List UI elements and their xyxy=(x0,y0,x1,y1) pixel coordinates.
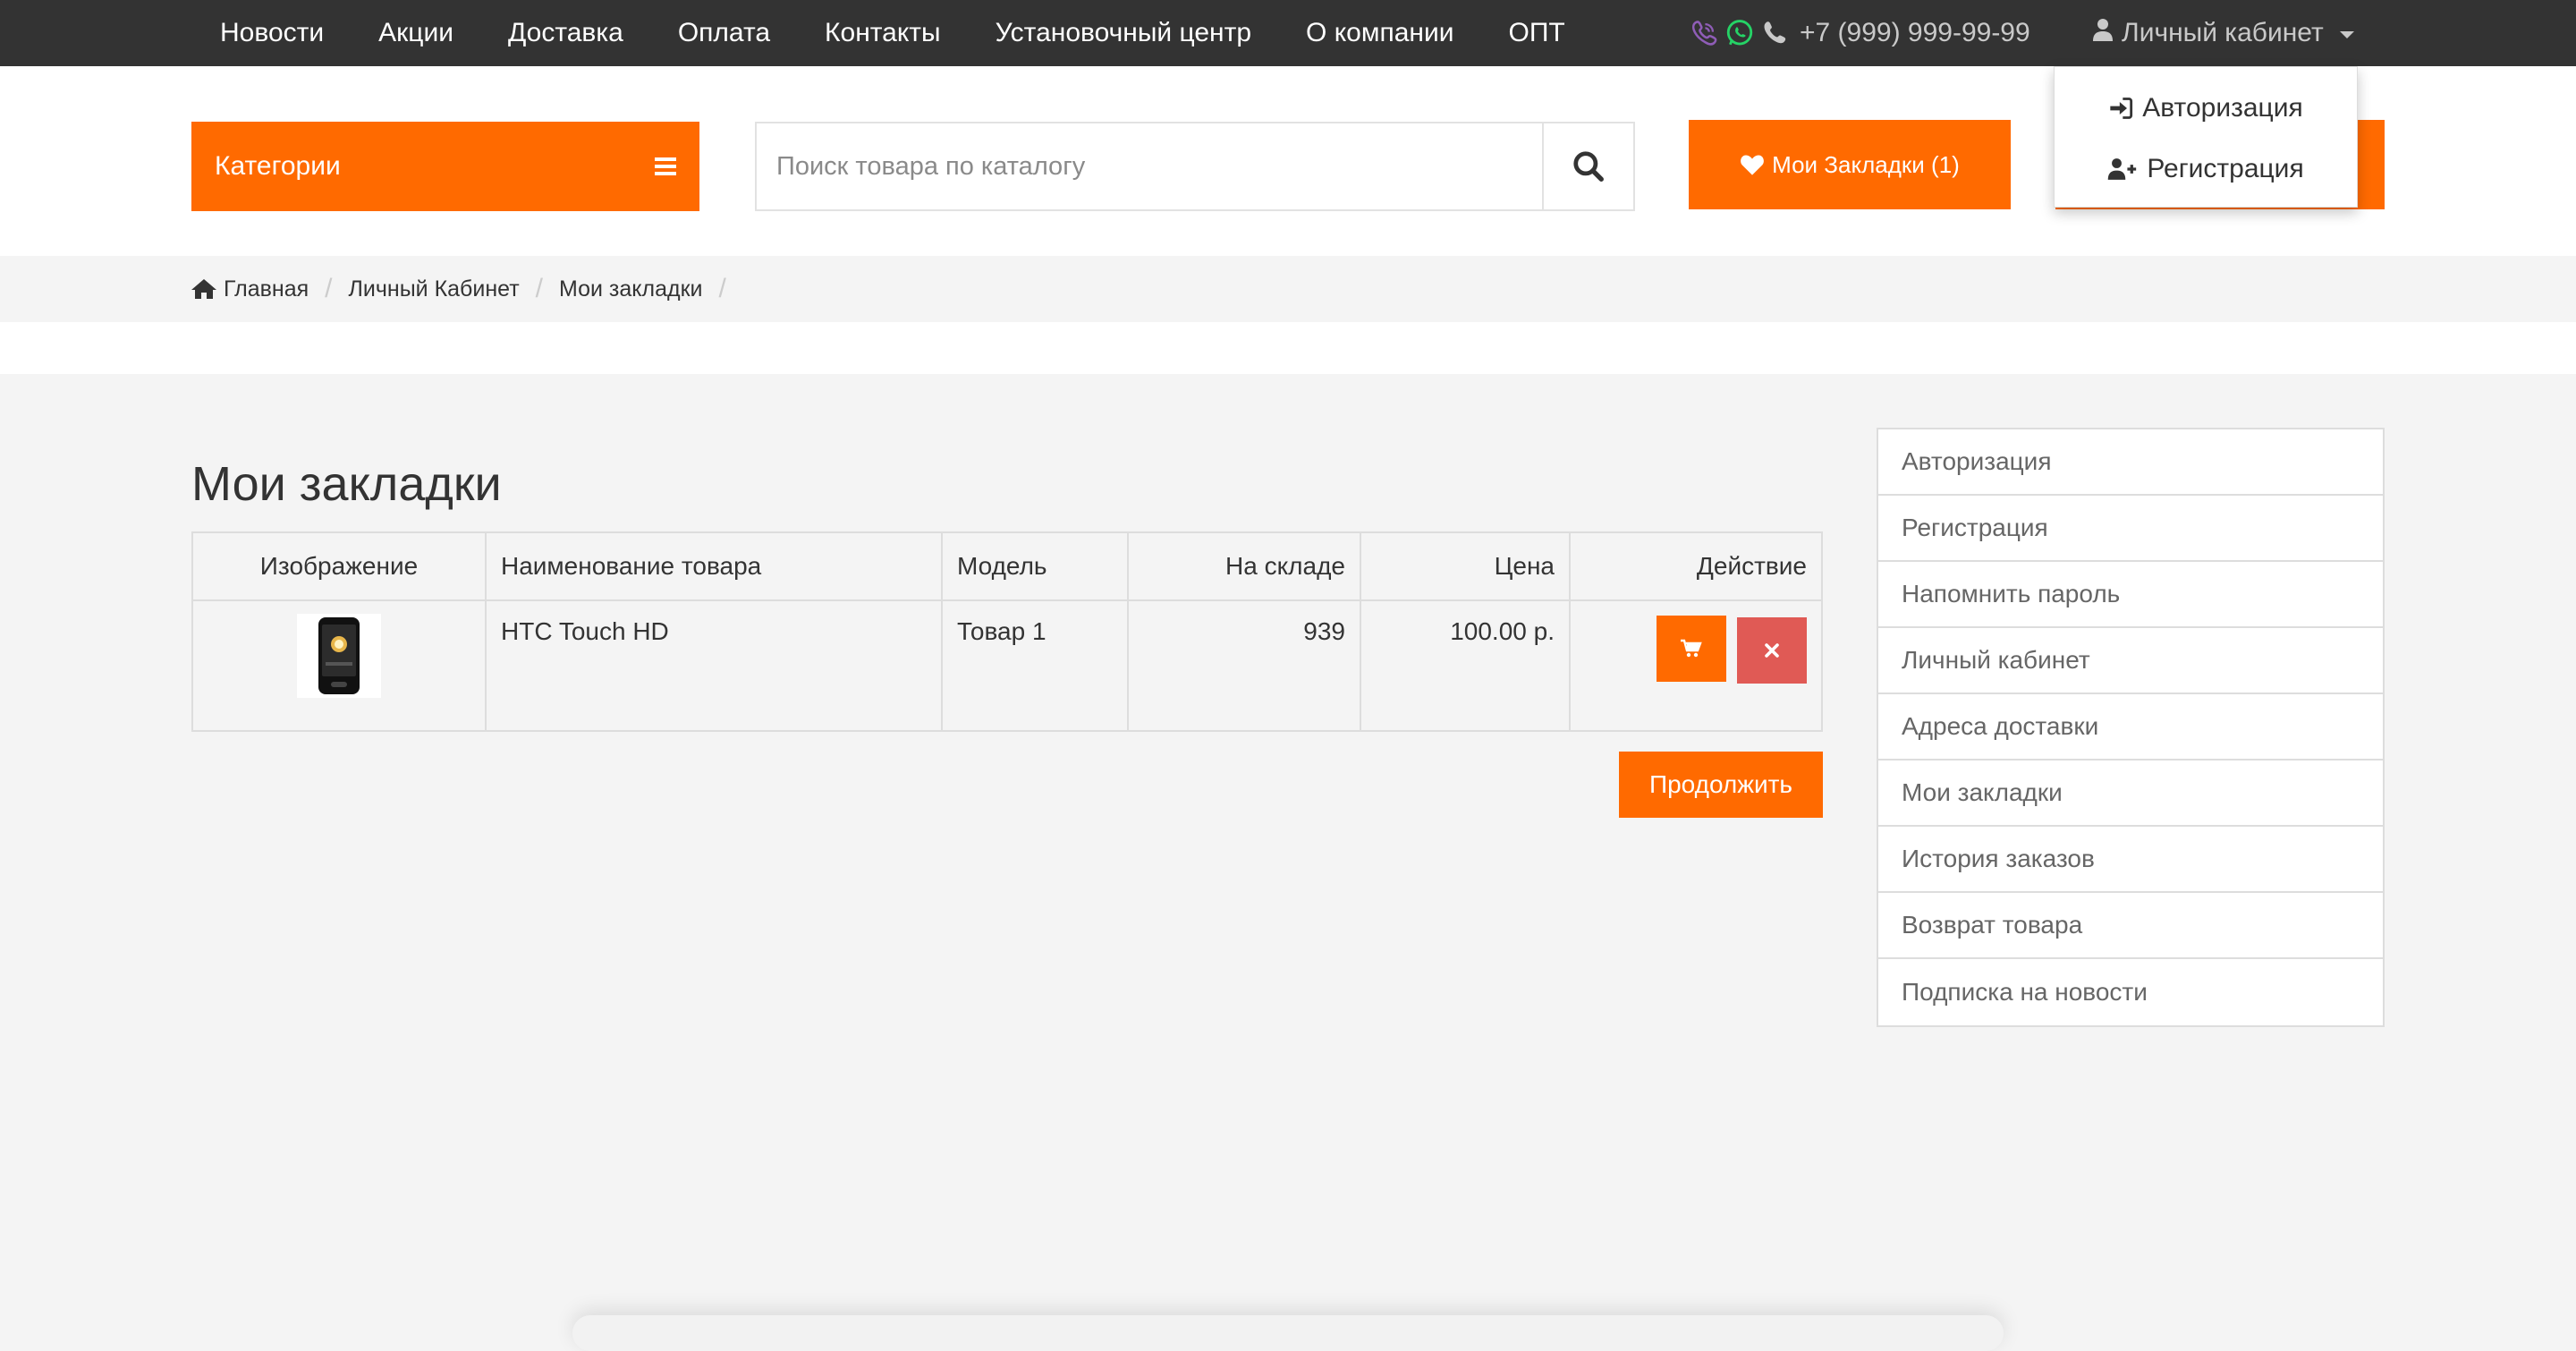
categories-label: Категории xyxy=(215,151,341,181)
breadcrumb-account[interactable]: Личный Кабинет xyxy=(349,276,520,302)
search-input[interactable] xyxy=(757,123,1542,209)
nav-link-about[interactable]: О компании xyxy=(1306,18,1453,48)
nav-link-payment[interactable]: Оплата xyxy=(678,18,770,48)
account-menu-toggle[interactable]: Личный кабинет xyxy=(2093,0,2354,66)
product-actions xyxy=(1569,599,1823,732)
column-header-model: Модель xyxy=(941,531,1129,601)
sidebar-item-forgot-password[interactable]: Напомнить пароль xyxy=(1878,562,2383,628)
phone-icon[interactable] xyxy=(1760,19,1789,47)
caret-down-icon xyxy=(2339,31,2354,38)
breadcrumb-separator: / xyxy=(535,274,544,303)
nav-link-contacts[interactable]: Контакты xyxy=(825,18,941,48)
breadcrumb-separator: / xyxy=(325,274,333,303)
user-icon xyxy=(2093,18,2113,48)
whatsapp-icon[interactable] xyxy=(1724,18,1755,48)
sign-in-icon xyxy=(2110,98,2133,119)
contacts: +7 (999) 999-99-99 xyxy=(1689,0,2030,66)
column-header-image: Изображение xyxy=(191,531,487,601)
breadcrumb-home[interactable]: Главная xyxy=(191,276,309,302)
sidebar-item-account[interactable]: Личный кабинет xyxy=(1878,628,2383,694)
product-model: Товар 1 xyxy=(941,599,1129,732)
breadcrumb-separator: / xyxy=(718,274,726,303)
product-thumbnail[interactable] xyxy=(297,614,381,698)
phone-product-image xyxy=(318,617,360,694)
search-box xyxy=(755,122,1635,211)
nav-link-delivery[interactable]: Доставка xyxy=(508,18,623,48)
product-name[interactable]: HTC Touch HD xyxy=(485,599,943,732)
table-row: HTC Touch HD Товар 1 939 100.00 р. xyxy=(191,599,1823,732)
product-price: 100.00 р. xyxy=(1360,599,1571,732)
sidebar-item-order-history[interactable]: История заказов xyxy=(1878,827,2383,893)
page-title: Мои закладки xyxy=(191,457,502,511)
table-header-row: Изображение Наименование товара Модель Н… xyxy=(191,531,1823,601)
spacer-band xyxy=(0,322,2576,374)
dropdown-login-label: Авторизация xyxy=(2142,93,2303,123)
wishlist-label: Мои Закладки (1) xyxy=(1772,150,1960,178)
dropdown-register-label: Регистрация xyxy=(2147,154,2304,183)
categories-button[interactable]: Категории xyxy=(191,122,699,211)
column-header-price: Цена xyxy=(1360,531,1571,601)
sidebar-item-register[interactable]: Регистрация xyxy=(1878,496,2383,562)
nav-link-promos[interactable]: Акции xyxy=(378,18,453,48)
top-nav: Новости Акции Доставка Оплата Контакты У… xyxy=(220,0,1620,66)
breadcrumb: Главная / Личный Кабинет / Мои закладки … xyxy=(191,256,742,322)
account-label: Личный кабинет xyxy=(2122,18,2324,47)
wishlist-table: Изображение Наименование товара Модель Н… xyxy=(191,531,1823,732)
dropdown-item-register[interactable]: Регистрация xyxy=(2055,149,2357,189)
dropdown-item-login[interactable]: Авторизация xyxy=(2055,89,2357,128)
breadcrumb-bar: Главная / Личный Кабинет / Мои закладки … xyxy=(0,256,2576,322)
nav-link-news[interactable]: Новости xyxy=(220,18,324,48)
remove-button[interactable] xyxy=(1737,617,1807,684)
footer-edge xyxy=(572,1315,2004,1351)
cart-icon xyxy=(1681,639,1702,658)
continue-button[interactable]: Продолжить xyxy=(1619,752,1823,818)
breadcrumb-wishlist[interactable]: Мои закладки xyxy=(559,276,703,302)
column-header-name: Наименование товара xyxy=(485,531,943,601)
nav-link-install-center[interactable]: Установочный центр xyxy=(996,18,1251,48)
close-icon xyxy=(1765,643,1779,658)
column-header-action: Действие xyxy=(1569,531,1823,601)
sidebar-item-returns[interactable]: Возврат товара xyxy=(1878,893,2383,959)
account-dropdown: Авторизация Регистрация xyxy=(2054,66,2358,208)
breadcrumb-home-label: Главная xyxy=(224,276,309,302)
home-icon xyxy=(191,279,216,299)
sidebar-item-addresses[interactable]: Адреса доставки xyxy=(1878,694,2383,760)
search-icon xyxy=(1573,151,1604,182)
top-bar: Новости Акции Доставка Оплата Контакты У… xyxy=(0,0,2576,66)
add-to-cart-button[interactable] xyxy=(1657,616,1727,682)
sidebar-item-wishlist[interactable]: Мои закладки xyxy=(1878,760,2383,827)
wishlist-button[interactable]: Мои Закладки (1) xyxy=(1689,120,2011,209)
heart-icon xyxy=(1741,155,1765,175)
product-stock: 939 xyxy=(1127,599,1361,732)
menu-icon xyxy=(655,157,676,175)
nav-link-wholesale[interactable]: ОПТ xyxy=(1509,18,1565,48)
product-image-cell xyxy=(191,599,487,732)
phone-number[interactable]: +7 (999) 999-99-99 xyxy=(1800,18,2030,48)
user-plus-icon xyxy=(2108,158,2137,180)
column-header-stock: На складе xyxy=(1127,531,1361,601)
viber-icon[interactable] xyxy=(1689,18,1719,48)
sidebar-item-login[interactable]: Авторизация xyxy=(1878,429,2383,496)
search-button[interactable] xyxy=(1542,123,1633,209)
account-sidebar: Авторизация Регистрация Напомнить пароль… xyxy=(1877,428,2385,1027)
sidebar-item-newsletter[interactable]: Подписка на новости xyxy=(1878,959,2383,1025)
